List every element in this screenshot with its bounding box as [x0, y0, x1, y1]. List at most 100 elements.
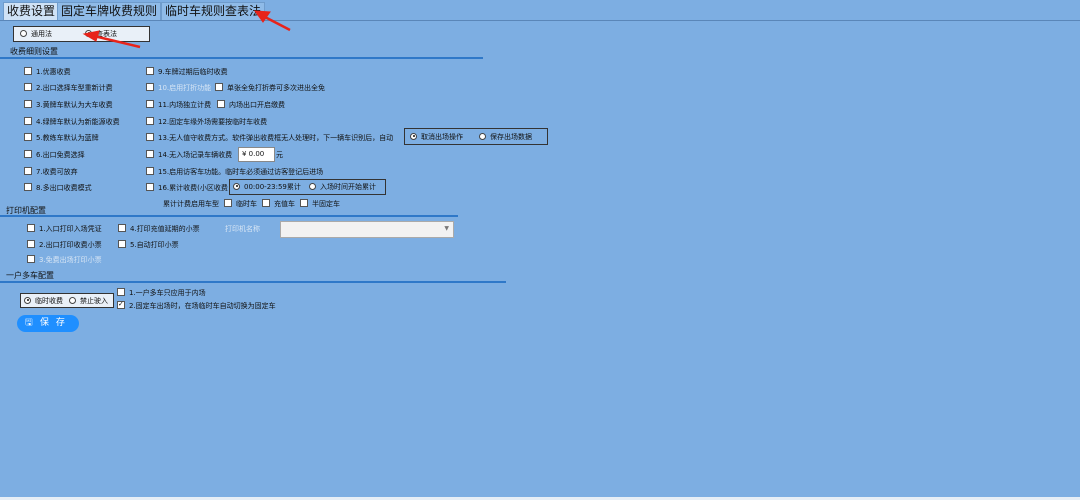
currency-unit: 元 [276, 151, 283, 159]
save-button[interactable]: 🖫 保 存 [17, 315, 79, 332]
fee-item-9-label: 9.车牌过期后临时收费 [158, 68, 228, 76]
printer-item-5[interactable]: 5.自动打印小票 [118, 240, 179, 250]
cumulative-semifixed-car[interactable]: 半固定车 [300, 199, 340, 209]
fee-item-10b-label: 单张全免打折券可多次进出全免 [227, 84, 325, 92]
cumulative-radio-group: 00:00-23:59累计 入场时间开始累计 [229, 179, 386, 195]
fee-item-7[interactable]: 7.收费可放弃 [24, 167, 78, 177]
cumulative-temp-car[interactable]: 临时车 [224, 199, 257, 209]
fee-item-2[interactable]: 2.出口选择车型重新计费 [24, 83, 113, 93]
checkbox-icon [24, 117, 32, 125]
printer-item-3[interactable]: 3.免费出场打印小票 [27, 255, 102, 265]
fee-item-10[interactable]: 10.启用打折功能 [146, 83, 211, 93]
fee-item-12-label: 12.固定车缘外场需要按临时车收费 [158, 118, 268, 126]
fee-item-16[interactable]: 16.累计收费(小区收费 [146, 183, 228, 193]
checkbox-icon [24, 83, 32, 91]
checkbox-icon [24, 67, 32, 75]
multi-car-section-title: 一户多车配置 [6, 271, 54, 280]
checkbox-icon [24, 150, 32, 158]
no-entry-label: 禁止驶入 [80, 297, 108, 305]
checkbox-icon [146, 117, 154, 125]
method-radio-group: 通用法 查表法 [13, 26, 150, 42]
checkbox-icon [118, 240, 126, 248]
fee-item-6-label: 6.出口免费选择 [36, 151, 85, 159]
fee-section-title: 收费细则设置 [10, 47, 58, 56]
fee-item-8-label: 8.多出口收费模式 [36, 184, 92, 192]
cumulative-entry-radio[interactable]: 入场时间开始累计 [309, 182, 376, 192]
radio-checked-icon [233, 182, 240, 190]
cumulative-vehicle-label: 累计计费启用车型 [163, 200, 219, 208]
chevron-down-icon: ▼ [444, 225, 449, 232]
fee-item-12[interactable]: 12.固定车缘外场需要按临时车收费 [146, 117, 267, 127]
fee-item-11[interactable]: 11.内场独立计费 [146, 100, 211, 110]
fee-item-15-label: 15.启用访客车功能。临时车必须通过访客登记后进场 [158, 168, 324, 176]
section-divider [0, 57, 483, 59]
checkbox-icon [118, 224, 126, 232]
cancel-exit-radio[interactable]: 取消出场操作 [410, 132, 463, 142]
radio-icon [20, 29, 27, 37]
checkbox-icon [262, 199, 270, 207]
tab-fixed-plate-rules[interactable]: 固定车牌收费规则 [57, 2, 162, 20]
fee-item-13[interactable]: 13.无人值守收费方式。软件弹出收费框无人处理时，下一辆车识别后，自动 [146, 133, 393, 143]
multi-car-item-1[interactable]: 1.一户多车只应用于内场 [117, 288, 206, 298]
cumulative-recharge-car-label: 充值车 [274, 200, 295, 208]
fee-item-1[interactable]: 1.优惠收费 [24, 67, 71, 77]
printer-item-4[interactable]: 4.打印充值延期的小票 [118, 224, 200, 234]
fee-item-7-label: 7.收费可放弃 [36, 168, 78, 176]
save-icon: 🖫 [25, 318, 33, 328]
fee-item-15[interactable]: 15.启用访客车功能。临时车必须通过访客登记后进场 [146, 167, 323, 177]
fee-item-14[interactable]: 14.无入场记录车辆收费 [146, 150, 232, 160]
fee-item-11b-label: 内场出口开启缴费 [229, 101, 285, 109]
section-divider [0, 215, 458, 217]
method-general-radio[interactable]: 通用法 [20, 29, 52, 39]
checkbox-icon [215, 83, 223, 91]
checkbox-icon [24, 100, 32, 108]
checkbox-icon [146, 83, 154, 91]
printer-name-label: 打印机名称 [225, 225, 260, 233]
fee-item-11b[interactable]: 内场出口开启缴费 [217, 100, 285, 110]
fee-item-8[interactable]: 8.多出口收费模式 [24, 183, 92, 193]
multi-car-item-2-label: 2.固定车出场时，在场临时车自动切换为固定车 [129, 302, 276, 310]
printer-item-1-label: 1.入口打印入场凭证 [39, 225, 102, 233]
fee-item-10b[interactable]: 单张全免打折券可多次进出全免 [215, 83, 325, 93]
fee-item-5-label: 5.教练车默认为蓝牌 [36, 134, 99, 142]
fee-item-4[interactable]: 4.绿牌车默认为新能源收费 [24, 117, 120, 127]
no-entry-radio[interactable]: 禁止驶入 [69, 296, 108, 306]
checkbox-icon [146, 167, 154, 175]
checkbox-icon [24, 167, 32, 175]
radio-icon [69, 296, 76, 304]
fee-item-11-label: 11.内场独立计费 [158, 101, 212, 109]
temp-charge-radio[interactable]: 临时收费 [24, 296, 63, 306]
printer-item-5-label: 5.自动打印小票 [130, 241, 179, 249]
radio-icon [309, 182, 316, 190]
printer-item-2[interactable]: 2.出口打印收费小票 [27, 240, 102, 250]
fee-item-9[interactable]: 9.车牌过期后临时收费 [146, 67, 228, 77]
tab-temp-lookup-rules[interactable]: 临时车规则查表法 [161, 2, 266, 20]
cancel-exit-label: 取消出场操作 [421, 133, 463, 141]
printer-item-4-label: 4.打印充值延期的小票 [130, 225, 200, 233]
no-entry-fee-input[interactable]: ¥ 0.00 [238, 147, 275, 162]
unattended-radio-group: 取消出场操作 保存出场数据 [404, 128, 548, 145]
tab-fee-settings[interactable]: 收费设置 [3, 2, 60, 20]
printer-name-select[interactable]: ▼ [280, 221, 454, 238]
method-lookup-radio[interactable]: 查表法 [85, 29, 117, 39]
save-exit-radio[interactable]: 保存出场数据 [479, 132, 532, 142]
multi-car-item-2[interactable]: 2.固定车出场时，在场临时车自动切换为固定车 [117, 299, 276, 311]
checkbox-icon [27, 255, 35, 263]
radio-checked-icon [85, 29, 92, 37]
checkbox-icon [117, 288, 125, 296]
checkbox-checked-icon [117, 299, 125, 309]
fee-item-5[interactable]: 5.教练车默认为蓝牌 [24, 133, 99, 143]
fee-item-6[interactable]: 6.出口免费选择 [24, 150, 85, 160]
cumulative-semifixed-car-label: 半固定车 [312, 200, 340, 208]
method-general-label: 通用法 [31, 30, 52, 38]
printer-item-2-label: 2.出口打印收费小票 [39, 241, 102, 249]
printer-item-1[interactable]: 1.入口打印入场凭证 [27, 224, 102, 234]
cumulative-recharge-car[interactable]: 充值车 [262, 199, 295, 209]
cumulative-temp-car-label: 临时车 [236, 200, 257, 208]
checkbox-icon [300, 199, 308, 207]
fee-item-3[interactable]: 3.黄牌车默认为大车收费 [24, 100, 113, 110]
checkbox-icon [146, 100, 154, 108]
cumulative-daily-label: 00:00-23:59累计 [244, 183, 301, 191]
cumulative-daily-radio[interactable]: 00:00-23:59累计 [233, 182, 301, 192]
checkbox-icon [27, 224, 35, 232]
